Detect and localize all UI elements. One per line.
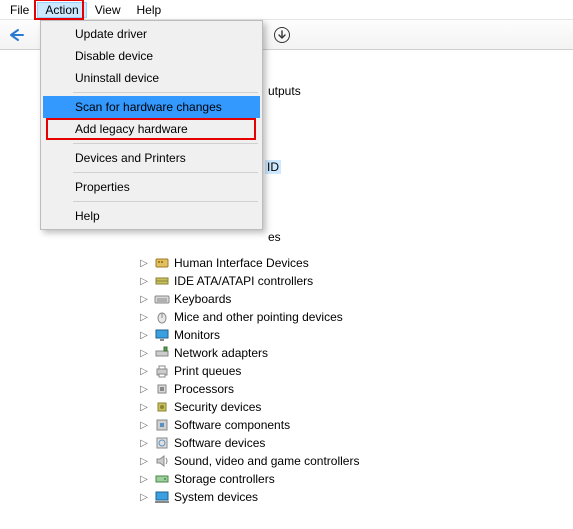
tree-node-label: Software components [174, 418, 290, 432]
dropdown-separator [73, 143, 258, 144]
tree-node[interactable]: ▷ Security devices [18, 398, 573, 416]
tree-node-label: Storage controllers [174, 472, 275, 486]
chevron-right-icon[interactable]: ▷ [138, 276, 150, 287]
menu-file[interactable]: File [2, 2, 37, 18]
tree-node[interactable]: ▷ Software components [18, 416, 573, 434]
swcomp-icon [154, 417, 170, 433]
menu-help[interactable]: Help [129, 2, 170, 18]
tree-node-label: Human Interface Devices [174, 256, 309, 270]
tree-node[interactable]: ▷ Human Interface Devices [18, 254, 573, 272]
tree-node-label: Software devices [174, 436, 265, 450]
ide-icon [154, 273, 170, 289]
menu-properties[interactable]: Properties [43, 176, 260, 198]
network-icon [154, 345, 170, 361]
tree-node-label: Security devices [174, 400, 261, 414]
tree-node[interactable]: ▷ Software devices [18, 434, 573, 452]
chevron-right-icon[interactable]: ▷ [138, 420, 150, 431]
tree-node-label: Mice and other pointing devices [174, 310, 343, 324]
chevron-right-icon[interactable]: ▷ [138, 312, 150, 323]
tree-node[interactable]: ▷ IDE ATA/ATAPI controllers [18, 272, 573, 290]
system-icon [154, 489, 170, 505]
chevron-right-icon[interactable]: ▷ [138, 348, 150, 359]
menu-devices-printers[interactable]: Devices and Printers [43, 147, 260, 169]
tree-node[interactable]: ▷ Keyboards [18, 290, 573, 308]
hid-icon [154, 255, 170, 271]
chevron-right-icon[interactable]: ▷ [138, 294, 150, 305]
chevron-right-icon[interactable]: ▷ [138, 330, 150, 341]
cpu-icon [154, 381, 170, 397]
chevron-right-icon[interactable]: ▷ [138, 258, 150, 269]
menu-view[interactable]: View [87, 2, 129, 18]
chevron-right-icon[interactable]: ▷ [138, 366, 150, 377]
menu-disable-device[interactable]: Disable device [43, 45, 260, 67]
tree-node-label: System devices [174, 490, 258, 504]
dropdown-separator [73, 201, 258, 202]
mouse-icon [154, 309, 170, 325]
security-icon [154, 399, 170, 415]
chevron-right-icon[interactable]: ▷ [138, 492, 150, 503]
tree-node[interactable]: ▷ Sound, video and game controllers [18, 452, 573, 470]
tree-node[interactable]: ▷ Network adapters [18, 344, 573, 362]
tree-node[interactable]: ▷ Processors [18, 380, 573, 398]
tree-node[interactable]: ▷ Monitors [18, 326, 573, 344]
chevron-right-icon[interactable]: ▷ [138, 456, 150, 467]
menu-action[interactable]: Action [37, 2, 86, 18]
tree-node-label: Network adapters [174, 346, 268, 360]
menu-help-item[interactable]: Help [43, 205, 260, 227]
menubar: File Action View Help [0, 0, 573, 20]
storage-icon [154, 471, 170, 487]
tree-node[interactable]: ▷ Mice and other pointing devices [18, 308, 573, 326]
menu-uninstall-device[interactable]: Uninstall device [43, 67, 260, 89]
tree-node[interactable]: ▷ Print queues [18, 362, 573, 380]
tree-node[interactable]: ▷ System devices [18, 488, 573, 506]
back-button[interactable] [4, 23, 28, 47]
chevron-right-icon[interactable]: ▷ [138, 384, 150, 395]
menu-add-legacy[interactable]: Add legacy hardware [43, 118, 260, 140]
chevron-right-icon[interactable]: ▷ [138, 402, 150, 413]
tree-node-label: Monitors [174, 328, 220, 342]
action-dropdown: Update driver Disable device Uninstall d… [40, 20, 263, 230]
chevron-right-icon[interactable]: ▷ [138, 474, 150, 485]
dropdown-separator [73, 172, 258, 173]
keyboard-icon [154, 291, 170, 307]
tree-node-label: IDE ATA/ATAPI controllers [174, 274, 313, 288]
chevron-right-icon[interactable]: ▷ [138, 438, 150, 449]
tree-node-label: Processors [174, 382, 234, 396]
tree-node-label: Keyboards [174, 292, 231, 306]
tree-node-label: Print queues [174, 364, 241, 378]
tree-node[interactable]: ▷ Storage controllers [18, 470, 573, 488]
menu-update-driver[interactable]: Update driver [43, 23, 260, 45]
tree-node-label: Sound, video and game controllers [174, 454, 359, 468]
dropdown-separator [73, 92, 258, 93]
sound-icon [154, 453, 170, 469]
scan-toolbar-button[interactable] [270, 23, 294, 47]
swdev-icon [154, 435, 170, 451]
monitor-icon [154, 327, 170, 343]
menu-scan-hardware[interactable]: Scan for hardware changes [43, 96, 260, 118]
printer-icon [154, 363, 170, 379]
